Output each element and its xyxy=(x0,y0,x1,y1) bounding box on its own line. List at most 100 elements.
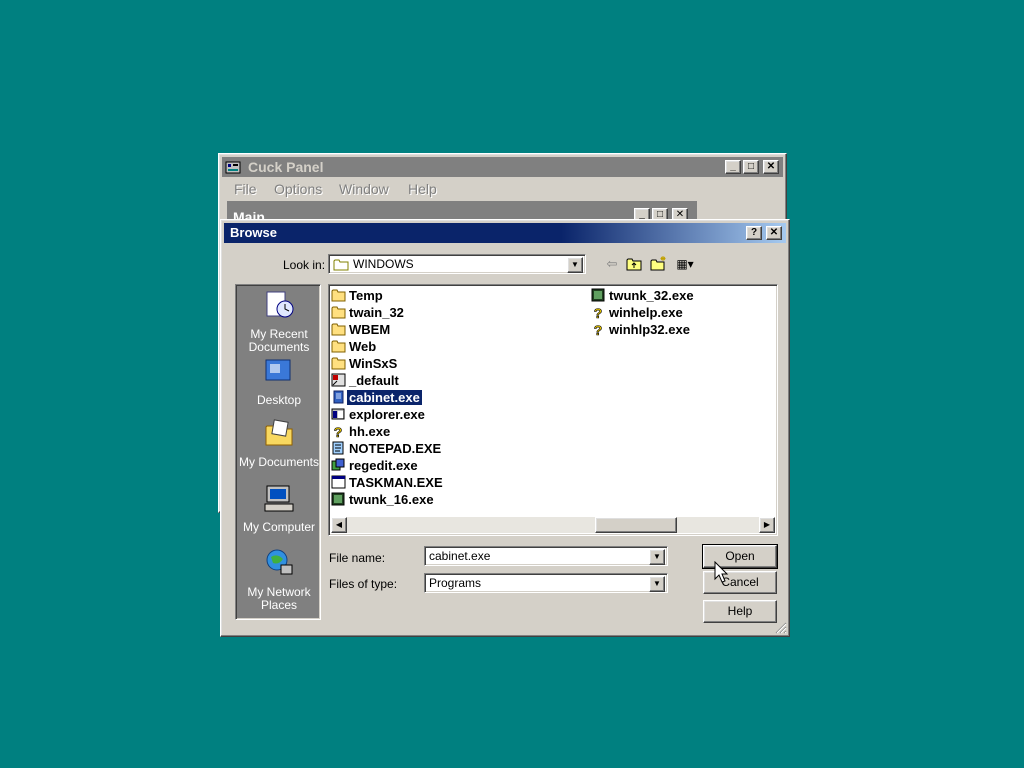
svg-text:?: ? xyxy=(594,305,603,319)
menu-file[interactable]: File xyxy=(234,181,257,197)
menu-options[interactable]: Options xyxy=(274,181,322,197)
file-name-combo[interactable]: cabinet.exe ▼ xyxy=(424,546,668,566)
horizontal-scrollbar[interactable]: ◀ ▶ xyxy=(331,517,775,533)
file-name: WinSxS xyxy=(349,356,398,371)
help-icon: ? xyxy=(593,322,603,336)
file-item[interactable]: Temp xyxy=(331,287,383,304)
folder-icon xyxy=(331,323,346,336)
shortcut-icon xyxy=(331,373,346,387)
cuck-panel-titlebar[interactable]: Cuck Panel _ □ ✕ xyxy=(222,157,783,177)
exe-explorer-icon xyxy=(331,408,345,420)
file-item[interactable]: regedit.exe xyxy=(331,457,418,474)
file-name-dropdown-button[interactable]: ▼ xyxy=(649,549,665,565)
place-label-2: Places xyxy=(260,598,298,612)
exe-blue-icon xyxy=(333,390,344,404)
file-item[interactable]: ? winhelp.exe xyxy=(591,304,683,321)
file-item[interactable]: NOTEPAD.EXE xyxy=(331,440,441,457)
place-desktop[interactable]: Desktop xyxy=(236,355,322,407)
file-name: Web xyxy=(349,339,377,354)
file-item[interactable]: ? hh.exe xyxy=(331,423,390,440)
help-button[interactable]: Help xyxy=(703,600,777,623)
file-name: winhlp32.exe xyxy=(609,322,690,337)
mouse-pointer-icon xyxy=(714,561,729,583)
file-name: regedit.exe xyxy=(349,458,418,473)
new-folder-icon[interactable] xyxy=(649,255,667,273)
my-computer-icon xyxy=(264,485,294,512)
file-item[interactable]: Web xyxy=(331,338,376,355)
browse-titlebar[interactable]: Browse ? ✕ xyxy=(224,223,786,243)
help-icon: ? xyxy=(333,424,343,438)
file-item[interactable]: twain_32 xyxy=(331,304,404,321)
menu-window[interactable]: Window xyxy=(339,181,389,197)
look-in-combo[interactable]: WINDOWS ▼ xyxy=(328,254,586,274)
files-of-type-dropdown-button[interactable]: ▼ xyxy=(649,576,665,592)
file-item[interactable]: cabinet.exe xyxy=(331,389,422,406)
svg-text:?: ? xyxy=(334,424,343,438)
window-icon xyxy=(331,475,346,489)
file-item[interactable]: WBEM xyxy=(331,321,390,338)
file-item[interactable]: twunk_32.exe xyxy=(591,287,694,304)
file-item[interactable]: WinSxS xyxy=(331,355,397,372)
twain-icon xyxy=(331,492,345,506)
file-item[interactable]: ? winhlp32.exe xyxy=(591,321,690,338)
file-item[interactable]: _default xyxy=(331,372,399,389)
desktop-icon xyxy=(265,359,291,381)
browse-title: Browse xyxy=(230,225,277,240)
cuck-panel-title: Cuck Panel xyxy=(248,159,324,175)
back-arrow-icon[interactable]: ⇦ xyxy=(603,255,621,273)
look-in-dropdown-button[interactable]: ▼ xyxy=(567,257,583,273)
cuck-panel-menubar: File Options Window Help xyxy=(222,179,783,199)
file-item[interactable]: TASKMAN.EXE xyxy=(331,474,443,491)
place-my-network-places[interactable]: My Network Places xyxy=(236,547,322,612)
file-list[interactable]: Temp twain_32 WBEM Web WinSxS _default cabinet… xyxy=(328,284,778,536)
file-name: WBEM xyxy=(349,322,391,337)
network-places-icon xyxy=(266,549,293,575)
scroll-right-button[interactable]: ▶ xyxy=(759,517,775,533)
place-my-documents[interactable]: My Documents xyxy=(236,417,322,469)
file-item[interactable]: twunk_16.exe xyxy=(331,491,434,508)
file-name: cabinet.exe xyxy=(347,390,422,405)
file-name: twunk_16.exe xyxy=(349,492,434,507)
scroll-thumb[interactable] xyxy=(595,517,677,533)
resize-grip-icon[interactable] xyxy=(775,622,787,634)
up-one-level-icon[interactable] xyxy=(625,255,643,273)
my-documents-icon xyxy=(265,419,293,446)
control-panel-icon xyxy=(225,161,241,174)
file-name: twain_32 xyxy=(349,305,404,320)
file-name: twunk_32.exe xyxy=(609,288,694,303)
look-in-value: WINDOWS xyxy=(353,257,414,271)
place-my-computer[interactable]: My Computer xyxy=(236,482,322,534)
files-of-type-combo[interactable]: Programs ▼ xyxy=(424,573,668,593)
menu-help[interactable]: Help xyxy=(408,181,437,197)
folder-icon xyxy=(333,259,349,271)
browse-dialog: Browse ? ✕ Look in: WINDOWS ▼ ⇦ ▦▾ My Re… xyxy=(220,219,790,637)
places-bar: My Recent Documents Desktop My Documents xyxy=(235,284,321,620)
file-item[interactable]: explorer.exe xyxy=(331,406,425,423)
place-my-recent-documents[interactable]: My Recent Documents xyxy=(236,289,322,354)
folder-icon xyxy=(331,340,346,353)
file-name: winhelp.exe xyxy=(609,305,683,320)
maximize-button[interactable]: □ xyxy=(743,160,759,174)
dialog-close-button[interactable]: ✕ xyxy=(766,226,782,240)
context-help-button[interactable]: ? xyxy=(746,226,762,240)
scroll-left-button[interactable]: ◀ xyxy=(331,517,347,533)
view-menu-icon[interactable]: ▦▾ xyxy=(672,255,698,273)
svg-text:?: ? xyxy=(594,322,603,336)
file-name-value: cabinet.exe xyxy=(429,549,491,563)
place-label: My Documents xyxy=(238,455,320,469)
place-label-2: Documents xyxy=(248,340,310,354)
minimize-button[interactable]: _ xyxy=(725,160,741,174)
place-label: Desktop xyxy=(256,393,302,407)
file-name: TASKMAN.EXE xyxy=(349,475,443,490)
regedit-icon xyxy=(331,458,345,471)
files-of-type-value: Programs xyxy=(429,576,482,590)
close-button[interactable]: ✕ xyxy=(763,160,779,174)
folder-icon xyxy=(331,357,346,370)
recent-documents-icon xyxy=(266,291,294,318)
file-name: NOTEPAD.EXE xyxy=(349,441,442,456)
look-in-label: Look in: xyxy=(283,258,326,272)
file-name: hh.exe xyxy=(349,424,391,439)
file-name: explorer.exe xyxy=(349,407,425,422)
file-name-label: File name: xyxy=(329,551,386,565)
notepad-icon xyxy=(332,441,344,455)
